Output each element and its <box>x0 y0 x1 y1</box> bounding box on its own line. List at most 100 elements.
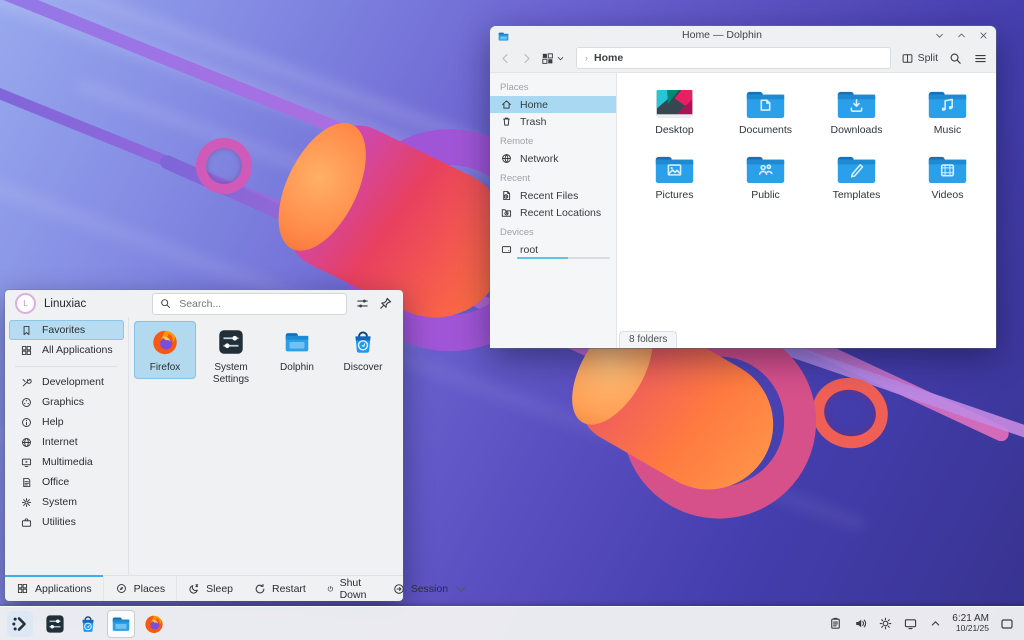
folder-item[interactable]: Templates <box>811 152 902 201</box>
folder-videos-icon <box>926 152 969 186</box>
system-tray <box>828 616 943 631</box>
folder-music-icon <box>926 87 969 121</box>
folder-item[interactable]: Music <box>902 87 993 136</box>
app-tile[interactable]: System Settings <box>200 321 262 391</box>
places-item[interactable]: Recent Locations <box>490 204 616 221</box>
maximize-icon[interactable] <box>956 30 967 41</box>
taskbar-app[interactable] <box>42 611 68 637</box>
places-item[interactable]: Recent Files <box>490 187 616 204</box>
clock-date: 10/21/25 <box>952 624 989 634</box>
launcher-category[interactable]: System <box>9 492 124 512</box>
view-mode-icon[interactable] <box>540 51 555 66</box>
monitor-icon <box>903 616 918 631</box>
section-title: Places <box>490 76 616 96</box>
search-box[interactable] <box>152 293 347 315</box>
utilities-icon <box>20 516 33 529</box>
recent-section: Recent Recent Files Recent Locations <box>490 167 616 221</box>
username: Linuxiac <box>44 298 86 310</box>
favorites-icon <box>20 324 33 337</box>
launcher-category[interactable]: Help <box>9 412 124 432</box>
section-title: Devices <box>490 221 616 241</box>
firefox-icon <box>150 327 180 357</box>
device-item[interactable]: root <box>490 241 616 258</box>
search-input[interactable] <box>177 297 340 311</box>
clock[interactable]: 6:21 AM 10/21/25 <box>952 613 989 634</box>
folder-item[interactable]: Pictures <box>629 152 720 201</box>
dolphin-window: Home — Dolphin › Home Split <box>490 26 996 348</box>
folder-public-icon <box>744 152 787 186</box>
tray-icon[interactable] <box>903 616 918 631</box>
favorites-grid: Firefox System Settings Dolphin Discover <box>129 317 403 575</box>
places-compass-icon <box>115 582 128 595</box>
launcher-category[interactable]: Internet <box>9 432 124 452</box>
launcher-category[interactable]: All Applications <box>9 340 124 360</box>
footer-tab[interactable]: Places <box>104 576 178 601</box>
app-tile[interactable]: Firefox <box>134 321 196 379</box>
launcher-header: L Linuxiac <box>5 290 403 317</box>
app-tile[interactable]: Discover <box>332 321 394 379</box>
back-icon[interactable] <box>498 51 513 66</box>
launcher-category[interactable]: Graphics <box>9 392 124 412</box>
launcher-category[interactable]: Development <box>9 372 124 392</box>
tray-icon[interactable] <box>928 616 943 631</box>
split-icon <box>901 52 914 65</box>
places-item[interactable]: Trash <box>490 113 616 130</box>
session-action[interactable]: Session <box>382 576 473 601</box>
hamburger-menu-icon[interactable] <box>973 51 988 66</box>
session-action[interactable]: Sleep <box>177 576 243 601</box>
dolphin-titlebar[interactable]: Home — Dolphin <box>490 26 996 44</box>
minimize-icon[interactable] <box>934 30 945 41</box>
folder-item[interactable]: Desktop <box>629 87 720 136</box>
launcher-category[interactable]: Office <box>9 472 124 492</box>
tray-icon[interactable] <box>878 616 893 631</box>
breadcrumb-chevron: › <box>585 53 588 63</box>
app-tile[interactable]: Dolphin <box>266 321 328 379</box>
status-badge: 8 folders <box>619 331 677 348</box>
firefox-icon <box>143 613 165 635</box>
folder-item[interactable]: Downloads <box>811 87 902 136</box>
close-icon[interactable] <box>978 30 989 41</box>
folder-item[interactable]: Documents <box>720 87 811 136</box>
show-desktop-button[interactable] <box>999 616 1015 632</box>
avatar[interactable]: L <box>15 293 36 314</box>
application-launcher: L Linuxiac Favorites All Applications <box>5 290 403 601</box>
footer-tab[interactable]: Applications <box>5 576 104 601</box>
tray-icon[interactable] <box>828 616 843 631</box>
taskbar-app[interactable] <box>75 611 101 637</box>
launcher-category[interactable]: Multimedia <box>9 452 124 472</box>
folder-item[interactable]: Videos <box>902 152 993 201</box>
home-icon <box>500 98 513 111</box>
folder-downloads-icon <box>835 87 878 121</box>
chevron-down-icon[interactable] <box>555 51 566 66</box>
multimedia-icon <box>20 456 33 469</box>
taskbar-app[interactable] <box>141 611 167 637</box>
taskbar-app[interactable] <box>108 611 134 637</box>
places-item[interactable]: Network <box>490 150 616 167</box>
shutdown-icon <box>326 582 335 596</box>
search-icon[interactable] <box>948 51 963 66</box>
pin-icon[interactable] <box>378 296 393 311</box>
dolphin-toolbar: › Home Split <box>490 44 996 73</box>
launcher-category[interactable]: Utilities <box>9 512 124 532</box>
system-settings-icon <box>216 327 246 357</box>
folder-item[interactable]: Public <box>720 152 811 201</box>
configure-icon[interactable] <box>355 296 370 311</box>
launcher-category[interactable]: Favorites <box>9 320 124 340</box>
location-bar[interactable]: › Home <box>576 47 891 69</box>
folder-view[interactable]: Desktop Documents Downloads Musi <box>617 73 996 348</box>
recent-files-icon <box>500 189 513 202</box>
tray-icon[interactable] <box>853 616 868 631</box>
places-item[interactable]: Home <box>490 96 616 113</box>
sleep-icon <box>187 582 201 596</box>
session-action[interactable]: Restart <box>243 576 316 601</box>
dolphin-window-icon <box>497 30 510 41</box>
folder-documents-icon <box>744 87 787 121</box>
all-apps-icon <box>16 582 29 595</box>
app-launcher-button[interactable] <box>7 611 33 637</box>
drive-icon <box>500 243 513 256</box>
system-icon <box>20 496 33 509</box>
window-title: Home — Dolphin <box>510 29 934 41</box>
split-button[interactable]: Split <box>901 52 938 65</box>
forward-icon[interactable] <box>519 51 534 66</box>
session-action[interactable]: Shut Down <box>316 576 382 601</box>
